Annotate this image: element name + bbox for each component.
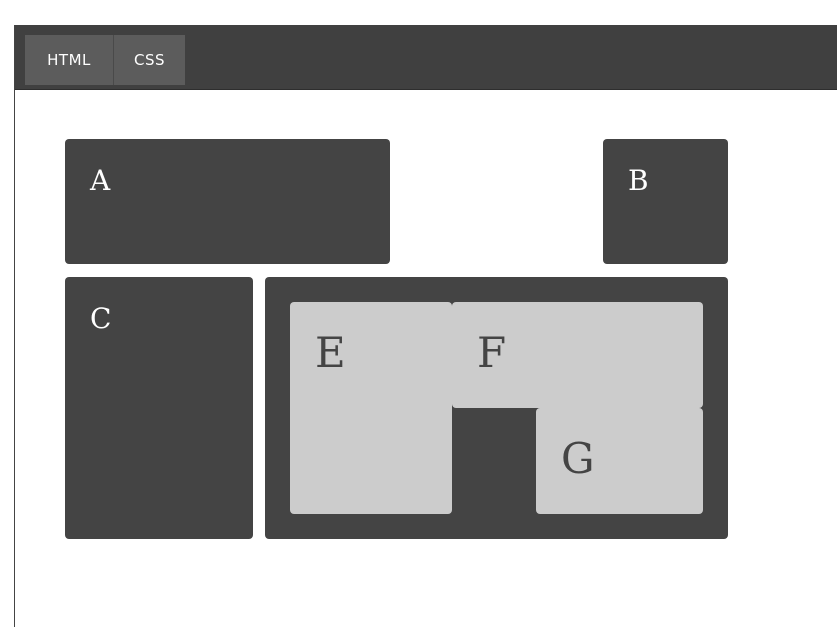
tab-html[interactable]: HTML xyxy=(25,35,114,85)
subgrid-item-g: G xyxy=(536,408,703,514)
grid-item-a: A xyxy=(65,139,390,264)
grid-item-a-label: A xyxy=(90,164,111,197)
grid-item-d: E F G xyxy=(265,277,728,539)
grid-item-c-label: C xyxy=(90,302,112,335)
subgrid-item-f: F xyxy=(452,302,703,408)
tab-css[interactable]: CSS xyxy=(114,35,185,85)
grid-item-c: C xyxy=(65,277,253,539)
grid-item-b-label: B xyxy=(628,164,649,197)
grid-item-b: B xyxy=(603,139,728,264)
toolbar: HTML CSS xyxy=(15,25,837,90)
tab-bar: HTML CSS xyxy=(25,35,185,85)
subgrid-item-f-label: F xyxy=(477,328,507,377)
subgrid-item-e: E xyxy=(290,302,452,514)
subgrid-item-e-label: E xyxy=(315,328,346,377)
subgrid-item-g-label: G xyxy=(561,434,595,483)
